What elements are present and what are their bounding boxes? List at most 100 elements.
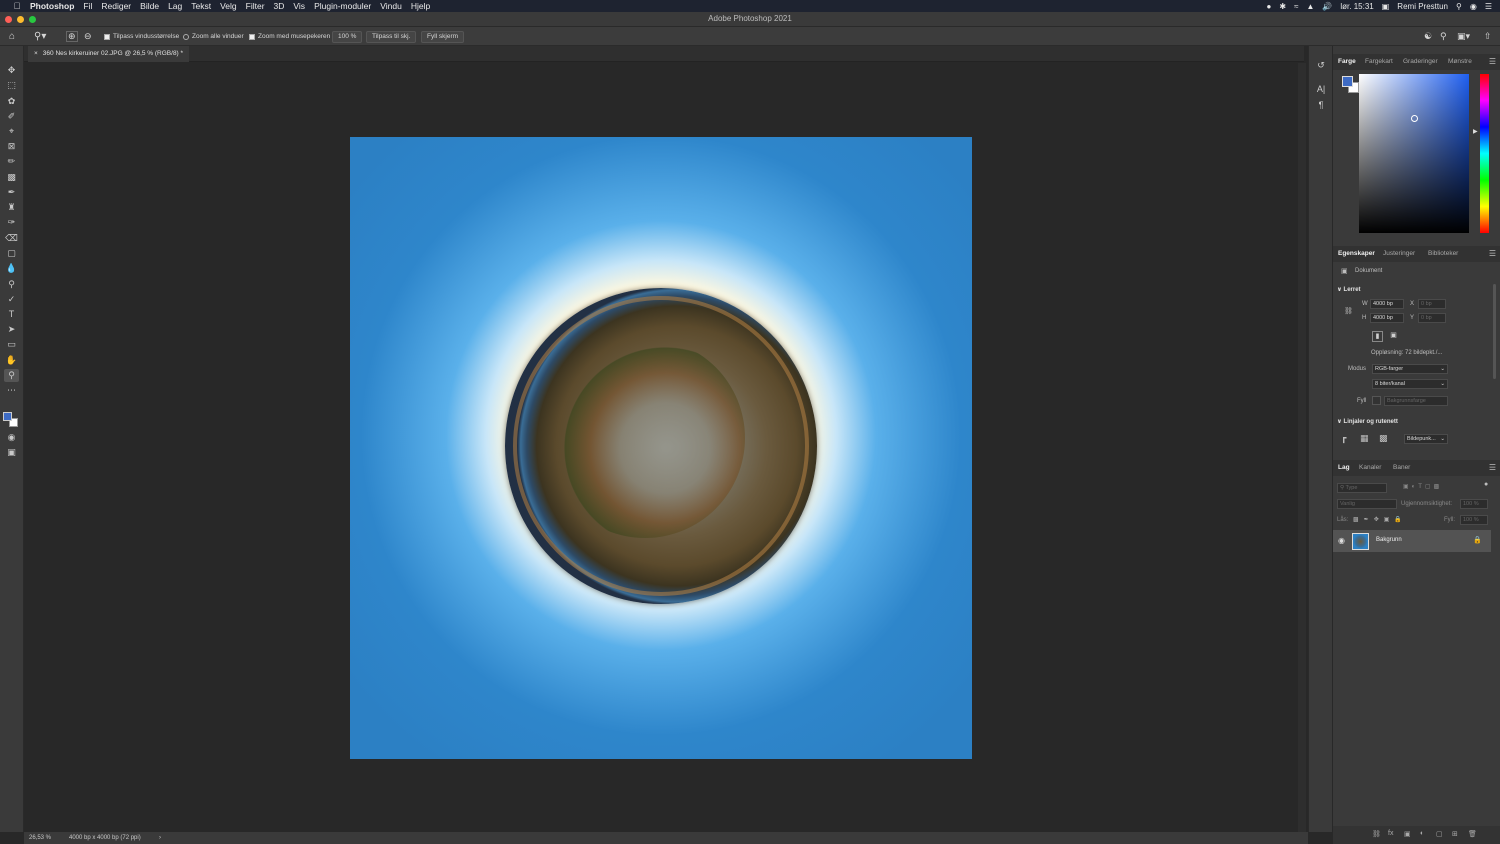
resize-windows-checkbox[interactable]: Tilpass vindusstørrelse (104, 31, 179, 42)
history-panel-icon[interactable]: ↺ (1315, 60, 1327, 72)
menu-lag[interactable]: Lag (168, 1, 182, 11)
menu-app[interactable]: Photoshop (30, 1, 74, 11)
tab-egenskaper[interactable]: Egenskaper (1338, 250, 1375, 257)
marquee-tool-icon[interactable]: ⬚ (4, 79, 19, 92)
vertical-scrollbar[interactable] (1298, 63, 1306, 832)
document-tab[interactable]: × 360 Nes kirkeruiner 02.JPG @ 26,5 % (RG… (28, 46, 190, 62)
lock-icon[interactable]: 🔒 (1473, 536, 1482, 544)
properties-scrollbar[interactable] (1493, 284, 1496, 379)
tab-farge[interactable]: Farge (1338, 58, 1356, 65)
rulers-section-header[interactable]: ∨ Linjaler og rutenett (1337, 418, 1398, 425)
stamp-tool-icon[interactable]: ♜ (4, 201, 19, 214)
paragraph-panel-icon[interactable]: ¶ (1315, 100, 1327, 112)
menu-vindu[interactable]: Vindu (380, 1, 402, 11)
blur-tool-icon[interactable]: 💧 (4, 262, 19, 275)
guides-icon[interactable]: ▩ (1379, 433, 1388, 444)
lasso-tool-icon[interactable]: ✿ (4, 95, 19, 108)
zoom-in-icon[interactable]: ⊕ (66, 31, 78, 42)
menu-3d[interactable]: 3D (274, 1, 285, 11)
menu-filter[interactable]: Filter (246, 1, 265, 11)
menu-vis[interactable]: Vis (293, 1, 305, 11)
menu-hjelp[interactable]: Hjelp (411, 1, 430, 11)
link-layers-icon[interactable]: ⛓ (1372, 830, 1381, 838)
menu-velg[interactable]: Velg (220, 1, 237, 11)
tab-monstre[interactable]: Mønstre (1448, 58, 1472, 65)
layer-name[interactable]: Bakgrunn (1376, 537, 1402, 543)
tab-justeringer[interactable]: Justeringer (1383, 250, 1415, 257)
quick-select-tool-icon[interactable]: ✐ (4, 110, 19, 123)
zoom-tool-icon[interactable]: ⚲ (4, 369, 19, 382)
landscape-orientation-icon[interactable]: ▣ (1388, 331, 1399, 342)
scrubby-zoom-checkbox[interactable]: Zoom med musepekeren (249, 31, 330, 42)
tab-kanaler[interactable]: Kanaler (1359, 464, 1381, 471)
new-group-icon[interactable]: ▢ (1436, 830, 1443, 838)
frame-tool-icon[interactable]: ⊠ (4, 140, 19, 153)
ruler-icon[interactable]: ┏ (1341, 433, 1346, 444)
export-icon[interactable]: ⇧ (1484, 31, 1492, 42)
hue-slider-handle[interactable]: ▶ (1473, 128, 1478, 135)
canvas-section-header[interactable]: ∨ Lerret (1337, 286, 1361, 293)
hand-tool-icon[interactable]: ✋ (4, 354, 19, 367)
delete-layer-icon[interactable]: 🗑 (1468, 830, 1477, 838)
crop-tool-icon[interactable]: ⌖ (4, 125, 19, 138)
character-panel-icon[interactable]: A| (1315, 84, 1327, 96)
path-select-tool-icon[interactable]: ➤ (4, 323, 19, 336)
fill-screen-button[interactable]: Fyll skjerm (421, 31, 465, 43)
workspace-icon[interactable]: ▣▾ (1457, 31, 1470, 42)
fit-screen-button[interactable]: Tilpass til skj. (366, 31, 417, 43)
units-select[interactable]: Bildepunk... ⌄ (1404, 434, 1448, 444)
type-tool-icon[interactable]: T (4, 308, 19, 321)
zoom-all-checkbox[interactable]: Zoom alle vinduer (183, 31, 244, 42)
menu-bilde[interactable]: Bilde (140, 1, 159, 11)
menu-plugin[interactable]: Plugin-moduler (314, 1, 371, 11)
brush-tool-icon[interactable]: ✒ (4, 186, 19, 199)
percent-button[interactable]: 100 % (332, 31, 363, 43)
zoom-level[interactable]: 26,53 % (29, 835, 51, 841)
share-icon[interactable]: ☯ (1424, 31, 1432, 42)
tab-graderinger[interactable]: Graderinger (1403, 58, 1438, 65)
link-icon[interactable]: ⛓ (1344, 307, 1353, 315)
panel-foreground-swatch[interactable] (1342, 76, 1353, 87)
fill-select[interactable]: Bakgrunnsfarge (1384, 396, 1448, 406)
zoom-tool-preset-icon[interactable]: ⚲▾ (34, 31, 46, 42)
panel-menu-icon[interactable]: ☰ (1489, 57, 1496, 66)
height-field[interactable]: 4000 bp (1370, 313, 1404, 323)
menu-fil[interactable]: Fil (83, 1, 92, 11)
user-name[interactable]: Remi Presttun (1397, 2, 1448, 11)
bluetooth-icon[interactable]: ✱ (1279, 2, 1286, 11)
layer-row[interactable]: ◉ Bakgrunn 🔒 (1333, 530, 1491, 552)
status-chevron-icon[interactable]: › (159, 835, 161, 841)
visibility-eye-icon[interactable]: ◉ (1338, 536, 1345, 545)
clock[interactable]: lør. 15:31 (1340, 2, 1373, 11)
adjustment-layer-icon[interactable]: ◐ (1420, 830, 1424, 837)
lock-icons[interactable]: ▩✒✥▣🔒 (1353, 516, 1407, 523)
opacity-field[interactable]: 100 % (1460, 499, 1488, 509)
layer-filter-icons[interactable]: ▣◐T▢▩ (1403, 483, 1442, 490)
notification-icon[interactable]: ☰ (1485, 2, 1492, 11)
eyedropper-tool-icon[interactable]: ✏ (4, 155, 19, 168)
tab-baner[interactable]: Baner (1393, 464, 1410, 471)
add-mask-icon[interactable]: ▣ (1404, 830, 1411, 838)
menu-rediger[interactable]: Rediger (101, 1, 131, 11)
search-icon[interactable]: ⚲ (1456, 2, 1462, 11)
menu-tekst[interactable]: Tekst (191, 1, 211, 11)
screen-mode-icon[interactable]: ▣ (4, 446, 19, 459)
tab-fargekart[interactable]: Fargekart (1365, 58, 1393, 65)
color-picker-cursor[interactable] (1411, 115, 1418, 122)
apple-icon[interactable]:  (12, 1, 22, 11)
gradient-tool-icon[interactable]: ▢ (4, 247, 19, 260)
more-tools-icon[interactable]: ⋯ (4, 384, 19, 397)
foreground-color-swatch[interactable] (3, 412, 12, 421)
rectangle-tool-icon[interactable]: ▭ (4, 338, 19, 351)
tab-biblioteker[interactable]: Biblioteker (1428, 250, 1458, 257)
y-field[interactable]: 0 bp (1418, 313, 1446, 323)
healing-tool-icon[interactable]: ▩ (4, 171, 19, 184)
eraser-tool-icon[interactable]: ⌫ (4, 232, 19, 245)
close-tab-icon[interactable]: × (34, 50, 38, 57)
airplay-icon[interactable]: ▲ (1306, 2, 1314, 11)
pen-tool-icon[interactable]: ✓ (4, 293, 19, 306)
portrait-orientation-icon[interactable]: ▮ (1372, 331, 1383, 342)
search-icon-ps[interactable]: ⚲ (1440, 31, 1447, 42)
properties-menu-icon[interactable]: ☰ (1489, 249, 1496, 258)
calendar-icon[interactable]: ▣ (1382, 2, 1390, 11)
